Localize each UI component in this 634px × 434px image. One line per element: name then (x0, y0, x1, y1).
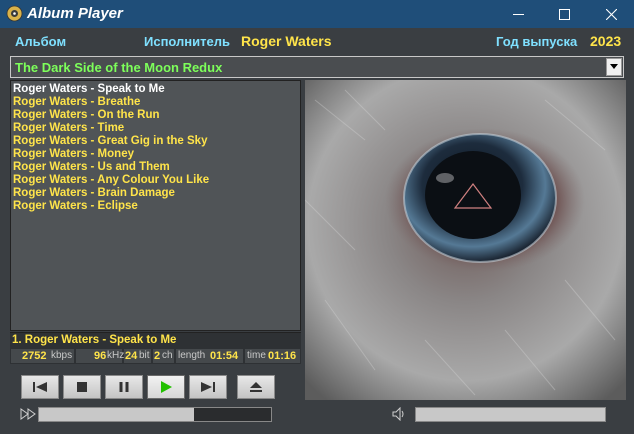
play-icon (161, 381, 172, 393)
minimize-button[interactable] (495, 0, 541, 28)
bitrate-unit: kbps (51, 350, 73, 361)
album-label: Альбом (15, 34, 67, 49)
header-row: Альбом Исполнитель Roger Waters Год выпу… (0, 28, 634, 56)
playlist-track[interactable]: Roger Waters - Eclipse (13, 200, 138, 213)
album-dropdown[interactable]: The Dark Side of the Moon Redux (10, 56, 624, 78)
bitdepth-unit: bit (139, 350, 150, 361)
channels-cell: 2 ch (153, 349, 174, 363)
maximize-button[interactable] (541, 0, 587, 28)
playlist-track[interactable]: Roger Waters - Time (13, 122, 124, 135)
fast-forward-icon (20, 408, 36, 420)
volume-level-fill (416, 408, 605, 421)
bitrate-value: 2752 (22, 350, 47, 362)
title-bar: Album Player (0, 0, 634, 28)
playlist[interactable]: Roger Waters - Speak to Me Roger Waters … (10, 80, 301, 331)
now-playing-bar: 1. Roger Waters - Speak to Me (10, 332, 301, 348)
year-label: Год выпуска (496, 34, 578, 49)
samplerate-unit: kHz (107, 350, 125, 361)
pause-button[interactable] (105, 375, 143, 399)
skip-forward-icon (201, 382, 215, 392)
window-title: Album Player (27, 5, 123, 22)
pause-icon (119, 382, 129, 392)
bitrate-cell: 2752 kbps (11, 349, 74, 363)
stop-button[interactable] (63, 375, 101, 399)
chevron-down-icon[interactable] (606, 58, 622, 76)
seek-progress-fill (39, 408, 194, 421)
eject-button[interactable] (237, 375, 275, 399)
playlist-track[interactable]: Roger Waters - Us and Them (13, 161, 170, 174)
playlist-track[interactable]: Roger Waters - Brain Damage (13, 187, 175, 200)
length-cell: length 01:54 (176, 349, 243, 363)
seek-slider[interactable] (38, 407, 272, 422)
artist-label: Исполнитель (144, 34, 230, 49)
now-playing-text: 1. Roger Waters - Speak to Me (12, 334, 177, 346)
close-button[interactable] (588, 0, 634, 28)
playlist-track[interactable]: Roger Waters - Money (13, 148, 134, 161)
playlist-track[interactable]: Roger Waters - Great Gig in the Sky (13, 135, 207, 148)
channels-value: 2 (154, 350, 161, 362)
play-button[interactable] (147, 375, 185, 399)
channels-unit: ch (162, 350, 173, 361)
bitdepth-cell: 24 bit (124, 349, 151, 363)
time-value: 01:16 (268, 350, 297, 362)
year-value: 2023 (590, 33, 622, 49)
playlist-track[interactable]: Roger Waters - On the Run (13, 109, 160, 122)
eject-icon (250, 382, 262, 392)
track-info-bar: 2752 kbps 96 kHz 24 bit 2 ch length 01:5… (10, 348, 301, 364)
length-label: length (178, 350, 206, 361)
artist-value: Roger Waters (241, 33, 332, 49)
volume-slider[interactable] (415, 407, 606, 422)
time-label: time (247, 350, 266, 361)
previous-track-button[interactable] (21, 375, 59, 399)
length-value: 01:54 (210, 350, 239, 362)
stop-icon (77, 382, 87, 392)
bitdepth-value: 24 (125, 350, 138, 362)
skip-back-icon (33, 382, 47, 392)
samplerate-cell: 96 kHz (76, 349, 125, 363)
samplerate-value: 96 (94, 350, 107, 362)
album-artwork (305, 80, 626, 400)
disc-icon (6, 5, 23, 22)
eye-artwork-image (305, 80, 626, 400)
speaker-icon[interactable] (392, 407, 408, 421)
album-dropdown-value: The Dark Side of the Moon Redux (15, 60, 223, 75)
playlist-track[interactable]: Roger Waters - Any Colour You Like (13, 174, 209, 187)
playlist-track[interactable]: Roger Waters - Breathe (13, 96, 140, 109)
next-track-button[interactable] (189, 375, 227, 399)
time-cell: time 01:16 (245, 349, 300, 363)
playlist-track[interactable]: Roger Waters - Speak to Me (13, 83, 165, 96)
